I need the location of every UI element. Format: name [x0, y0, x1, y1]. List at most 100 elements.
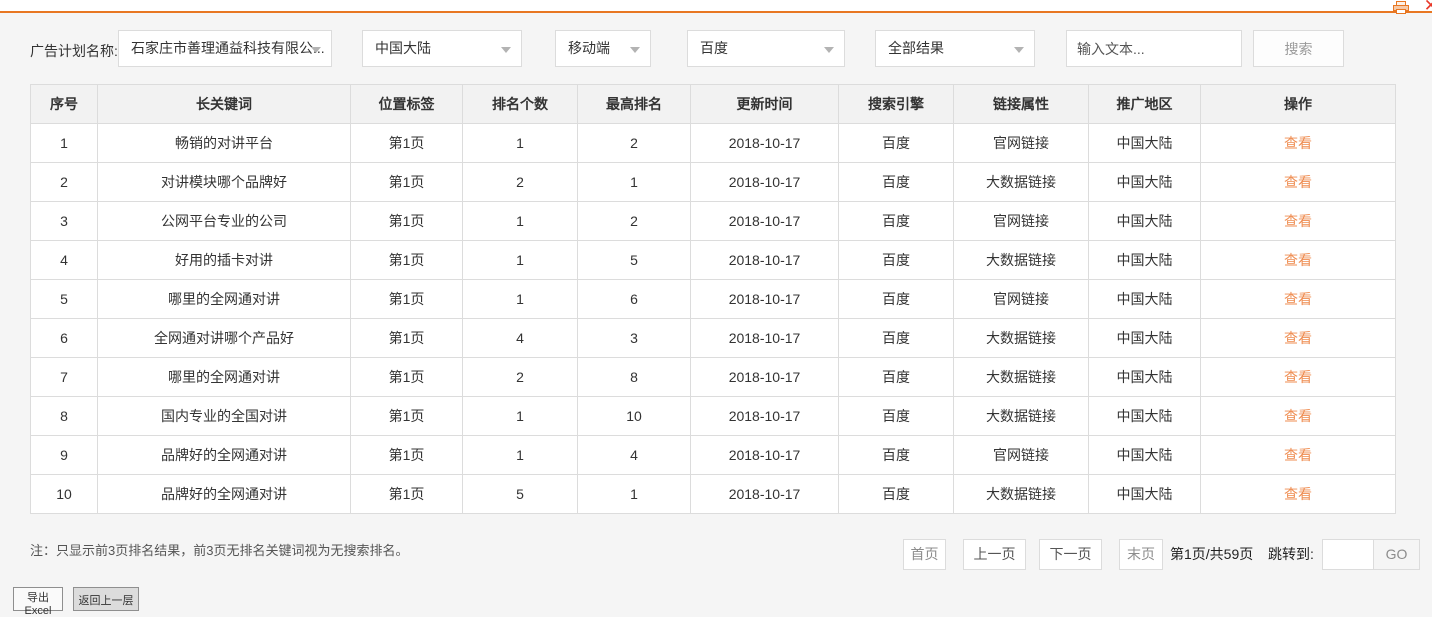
- footnote: 注：只显示前3页排名结果，前3页无排名关键词视为无搜索排名。: [30, 543, 409, 558]
- back-button[interactable]: 返回上一层: [73, 587, 139, 611]
- table-cell: 官网链接: [953, 435, 1089, 475]
- view-link[interactable]: 查看: [1284, 408, 1312, 424]
- view-link[interactable]: 查看: [1284, 486, 1312, 502]
- accent-divider: [0, 11, 1432, 13]
- pagination-first-button[interactable]: 首页: [903, 539, 946, 570]
- table-cell: 官网链接: [953, 279, 1089, 319]
- table-cell: 中国大陆: [1088, 240, 1201, 280]
- table-cell: 10: [577, 396, 691, 436]
- top-strip: [0, 0, 1432, 11]
- table-cell: 第1页: [350, 240, 463, 280]
- column-header-region: 推广地区: [1088, 84, 1201, 124]
- table-cell: 中国大陆: [1088, 474, 1201, 514]
- table-cell: 百度: [838, 474, 954, 514]
- table-row: 2 对讲模块哪个品牌好 第1页 2 1 2018-10-17 百度 大数据链接 中国大陆 查看: [30, 162, 1396, 202]
- pagination-last-button[interactable]: 末页: [1119, 539, 1163, 570]
- table-cell: 4: [462, 318, 578, 358]
- table-cell: 中国大陆: [1088, 357, 1201, 397]
- view-link[interactable]: 查看: [1284, 291, 1312, 307]
- table-cell: 官网链接: [953, 123, 1089, 163]
- table-cell: 哪里的全网通对讲: [97, 357, 351, 397]
- view-link[interactable]: 查看: [1284, 330, 1312, 346]
- keyword-rank-table: 序号 长关键词 位置标签 排名个数 最高排名 更新时间 搜索引擎 链接属性 推广…: [30, 84, 1396, 514]
- table-cell: 3: [30, 201, 98, 241]
- view-link[interactable]: 查看: [1284, 447, 1312, 463]
- table-body: 1 畅销的对讲平台 第1页 1 2 2018-10-17 百度 官网链接 中国大陆 查看 2 对讲模块…: [30, 123, 1396, 514]
- print-icon[interactable]: [1393, 1, 1410, 14]
- table-cell-action: 查看: [1200, 240, 1396, 280]
- table-row: 9 品牌好的全网通对讲 第1页 1 4 2018-10-17 百度 官网链接 中国大陆 查看: [30, 435, 1396, 475]
- table-cell: 5: [30, 279, 98, 319]
- engine-dropdown[interactable]: 百度: [687, 30, 845, 67]
- go-button[interactable]: GO: [1373, 539, 1420, 570]
- table-cell: 第1页: [350, 123, 463, 163]
- table-cell: 官网链接: [953, 201, 1089, 241]
- view-link[interactable]: 查看: [1284, 252, 1312, 268]
- table-row: 4 好用的插卡对讲 第1页 1 5 2018-10-17 百度 大数据链接 中国大陆 查看: [30, 240, 1396, 280]
- ad-plan-label: 广告计划名称:: [30, 43, 118, 59]
- region-dropdown[interactable]: 中国大陆: [362, 30, 522, 67]
- table-cell: 中国大陆: [1088, 123, 1201, 163]
- table-cell: 中国大陆: [1088, 396, 1201, 436]
- table-cell: 2018-10-17: [690, 474, 839, 514]
- table-cell-action: 查看: [1200, 123, 1396, 163]
- pagination-next-button[interactable]: 下一页: [1039, 539, 1102, 570]
- table-cell-action: 查看: [1200, 474, 1396, 514]
- view-link[interactable]: 查看: [1284, 174, 1312, 190]
- column-header-update-time: 更新时间: [690, 84, 839, 124]
- print-icon-tray: [1396, 9, 1406, 14]
- table-cell: 品牌好的全网通对讲: [97, 474, 351, 514]
- table-cell: 百度: [838, 279, 954, 319]
- table-cell: 1: [30, 123, 98, 163]
- close-icon[interactable]: ✕: [1424, 0, 1432, 16]
- column-header-top-rank: 最高排名: [577, 84, 691, 124]
- chevron-down-icon: [1014, 47, 1024, 53]
- search-button[interactable]: 搜索: [1253, 30, 1344, 67]
- device-dropdown-value: 移动端: [568, 40, 610, 56]
- screen: ✕ 广告计划名称: 石家庄市善理通益科技有限公... 中国大陆 移动端 百度 全…: [0, 0, 1432, 617]
- ad-plan-dropdown-value: 石家庄市善理通益科技有限公...: [131, 40, 325, 56]
- table-header-row: 序号 长关键词 位置标签 排名个数 最高排名 更新时间 搜索引擎 链接属性 推广…: [30, 84, 1396, 124]
- table-cell: 百度: [838, 357, 954, 397]
- search-input[interactable]: [1066, 30, 1242, 67]
- chevron-down-icon: [501, 47, 511, 53]
- table-cell: 1: [462, 279, 578, 319]
- table-cell: 6: [577, 279, 691, 319]
- pagination-prev-button[interactable]: 上一页: [963, 539, 1026, 570]
- table-cell: 2: [462, 357, 578, 397]
- column-header-engine: 搜索引擎: [838, 84, 954, 124]
- table-cell: 9: [30, 435, 98, 475]
- view-link[interactable]: 查看: [1284, 135, 1312, 151]
- table-cell: 1: [462, 201, 578, 241]
- table-cell: 公网平台专业的公司: [97, 201, 351, 241]
- table-cell: 2018-10-17: [690, 240, 839, 280]
- chevron-down-icon: [824, 47, 834, 53]
- table-cell: 第1页: [350, 318, 463, 358]
- table-cell: 2018-10-17: [690, 396, 839, 436]
- table-row: 7 哪里的全网通对讲 第1页 2 8 2018-10-17 百度 大数据链接 中国大陆 查看: [30, 357, 1396, 397]
- table-row: 10 品牌好的全网通对讲 第1页 5 1 2018-10-17 百度 大数据链接 中国大陆 查看: [30, 474, 1396, 514]
- table-cell-action: 查看: [1200, 435, 1396, 475]
- view-link[interactable]: 查看: [1284, 369, 1312, 385]
- device-dropdown[interactable]: 移动端: [555, 30, 651, 67]
- table-cell: 百度: [838, 318, 954, 358]
- table-cell: 百度: [838, 435, 954, 475]
- table-cell: 国内专业的全国对讲: [97, 396, 351, 436]
- chevron-down-icon: [630, 47, 640, 53]
- table-cell-action: 查看: [1200, 357, 1396, 397]
- table-cell: 10: [30, 474, 98, 514]
- view-link[interactable]: 查看: [1284, 213, 1312, 229]
- table-cell-action: 查看: [1200, 201, 1396, 241]
- jump-to-input[interactable]: [1322, 539, 1374, 570]
- result-dropdown[interactable]: 全部结果: [875, 30, 1035, 67]
- export-excel-button[interactable]: 导出Excel: [13, 587, 63, 617]
- table-cell: 中国大陆: [1088, 435, 1201, 475]
- table-cell: 2018-10-17: [690, 123, 839, 163]
- table-cell: 中国大陆: [1088, 201, 1201, 241]
- table-cell: 第1页: [350, 201, 463, 241]
- jump-to-label: 跳转到:: [1268, 546, 1314, 562]
- table-cell: 2018-10-17: [690, 357, 839, 397]
- table-cell: 好用的插卡对讲: [97, 240, 351, 280]
- table-cell: 第1页: [350, 435, 463, 475]
- ad-plan-dropdown[interactable]: 石家庄市善理通益科技有限公...: [118, 30, 332, 67]
